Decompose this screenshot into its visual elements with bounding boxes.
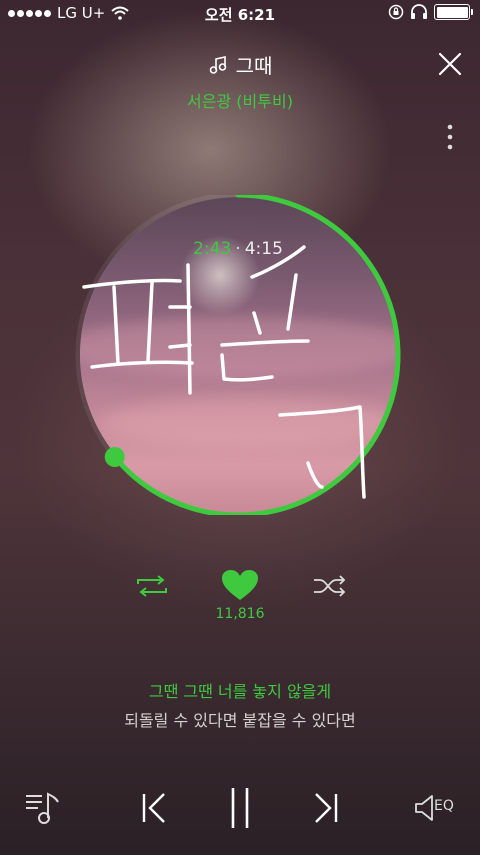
pause-button[interactable] [226,786,254,830]
close-button[interactable] [436,50,464,78]
repeat-button[interactable] [134,572,170,600]
previous-icon [142,793,165,823]
album-area: 2:43 · 4:15 [72,195,412,515]
eq-button[interactable]: EQ [412,792,462,824]
like-button[interactable] [220,568,260,604]
more-button[interactable] [438,122,462,154]
status-bar: LG U+ 오전 6:21 [0,0,480,26]
shuffle-icon [314,575,346,597]
time-display: 2:43 · 4:15 [72,239,404,259]
lyric-next[interactable]: 되돌릴 수 있다면 붙잡을 수 있다면 [0,707,480,731]
repeat-icon [137,575,167,597]
music-note-icon [209,55,226,74]
like-count: 11,816 [215,606,265,622]
total-time: 4:15 [244,239,283,259]
pause-icon [231,788,249,828]
previous-button[interactable] [140,792,168,824]
battery-icon [434,4,473,20]
next-button[interactable] [312,792,340,824]
time-separator: · [235,239,241,259]
next-icon [315,793,338,823]
speaker-icon [415,795,433,821]
song-title-row: 그때 [0,50,480,79]
current-time: 2:43 [193,239,232,259]
song-title: 그때 [235,54,273,78]
close-icon [438,52,462,76]
status-right [388,4,473,20]
artist-name[interactable]: 서은광 (비투비) [0,88,480,112]
playlist-button[interactable] [24,788,68,828]
lyric-current[interactable]: 그땐 그땐 너를 놓지 않을게 [0,678,480,702]
heart-icon [222,570,258,600]
rotation-lock-icon [388,4,404,20]
playlist-icon [26,792,59,824]
shuffle-button[interactable] [312,572,348,600]
headphones-icon [411,4,427,19]
progress-knob[interactable] [104,446,125,467]
eq-label: EQ [434,798,454,814]
more-vertical-icon [447,124,453,150]
